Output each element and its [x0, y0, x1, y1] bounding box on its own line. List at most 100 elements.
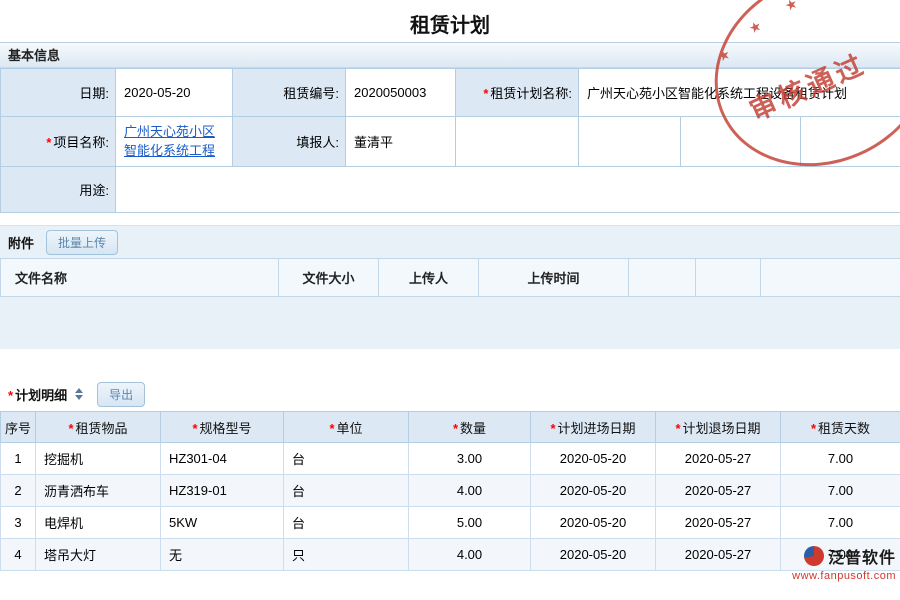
cell-exit-date: 2020-05-27: [656, 507, 781, 539]
reporter-value: 董清平: [346, 117, 456, 167]
project-link[interactable]: 广州天心苑小区智能化系统工程: [124, 124, 215, 158]
plan-name-label: *租赁计划名称:: [456, 69, 579, 117]
sort-icon[interactable]: [75, 388, 83, 400]
cell-model: HZ319-01: [161, 475, 284, 507]
cell-model: 5KW: [161, 507, 284, 539]
table-row: 4 塔吊大灯 无 只 4.00 2020-05-20 2020-05-27 7.…: [1, 539, 900, 571]
cell-entry-date: 2020-05-20: [531, 475, 656, 507]
batch-upload-button[interactable]: 批量上传: [46, 230, 118, 255]
attach-col-empty: [761, 259, 900, 297]
attach-col-filename: 文件名称: [1, 259, 279, 297]
reporter-label: 填报人:: [233, 117, 346, 167]
cell-model: 无: [161, 539, 284, 571]
cell-seq: 2: [1, 475, 36, 507]
details-table: 序号 *租赁物品 *规格型号 *单位 *数量 *计划进场日期 *计划退场日期 *…: [0, 411, 900, 571]
table-row: 1 挖掘机 HZ301-04 台 3.00 2020-05-20 2020-05…: [1, 443, 900, 475]
cell-entry-date: 2020-05-20: [531, 507, 656, 539]
cell-item: 沥青洒布车: [36, 475, 161, 507]
rental-no-label: 租赁编号:: [233, 69, 346, 117]
details-header-row: 序号 *租赁物品 *规格型号 *单位 *数量 *计划进场日期 *计划退场日期 *…: [1, 412, 900, 443]
attach-col-uploader: 上传人: [379, 259, 479, 297]
cell-unit: 只: [284, 539, 409, 571]
col-rental-days-text: 租赁天数: [818, 421, 870, 436]
cell-item: 挖掘机: [36, 443, 161, 475]
fanpu-logo-icon: [804, 546, 824, 566]
empty-cell: [456, 117, 579, 167]
required-marker: *: [46, 135, 51, 150]
project-label-text: 项目名称:: [53, 135, 109, 150]
rental-no-value: 2020050003: [346, 69, 456, 117]
cell-model: HZ301-04: [161, 443, 284, 475]
required-marker: *: [453, 421, 458, 436]
required-marker: *: [811, 421, 816, 436]
col-model: *规格型号: [161, 412, 284, 443]
required-marker: *: [8, 388, 13, 403]
page: ★ ★ ★ ★ ★ 审核通过 租赁计划 基本信息 日期: 2020-05-20 …: [0, 0, 900, 600]
watermark-url: www.fanpusoft.com: [792, 570, 896, 582]
cell-item: 塔吊大灯: [36, 539, 161, 571]
vendor-watermark: 泛普软件 www.fanpusoft.com: [792, 544, 896, 582]
col-exit-date-text: 计划退场日期: [683, 421, 761, 436]
plan-name-label-text: 租赁计划名称:: [490, 86, 572, 101]
col-rental-days: *租赁天数: [781, 412, 900, 443]
col-exit-date: *计划退场日期: [656, 412, 781, 443]
cell-seq: 3: [1, 507, 36, 539]
required-marker: *: [329, 421, 334, 436]
details-toolbar: *计划明细 导出: [0, 377, 900, 411]
attachments-table: 文件名称 文件大小 上传人 上传时间: [0, 258, 900, 297]
col-item-text: 租赁物品: [76, 421, 128, 436]
col-model-text: 规格型号: [200, 421, 252, 436]
cell-exit-date: 2020-05-27: [656, 539, 781, 571]
attach-col-empty: [629, 259, 696, 297]
plan-name-value: 广州天心苑小区智能化系统工程设备租赁计划: [579, 69, 900, 117]
section-gap: [0, 349, 900, 377]
required-marker: *: [68, 421, 73, 436]
cell-seq: 4: [1, 539, 36, 571]
attach-col-uploadtime: 上传时间: [479, 259, 629, 297]
table-row: 3 电焊机 5KW 台 5.00 2020-05-20 2020-05-27 7…: [1, 507, 900, 539]
date-value: 2020-05-20: [116, 69, 233, 117]
cell-rental-days: 7.00: [781, 475, 900, 507]
purpose-value: [116, 167, 900, 213]
attachments-header: 附件: [8, 233, 34, 252]
cell-unit: 台: [284, 507, 409, 539]
cell-entry-date: 2020-05-20: [531, 443, 656, 475]
empty-cell: [801, 117, 900, 167]
cell-rental-days: 7.00: [781, 507, 900, 539]
cell-item: 电焊机: [36, 507, 161, 539]
col-quantity-text: 数量: [460, 421, 486, 436]
project-label: *项目名称:: [1, 117, 116, 167]
table-row: 2 沥青洒布车 HZ319-01 台 4.00 2020-05-20 2020-…: [1, 475, 900, 507]
cell-exit-date: 2020-05-27: [656, 475, 781, 507]
col-unit: *单位: [284, 412, 409, 443]
col-entry-date: *计划进场日期: [531, 412, 656, 443]
cell-entry-date: 2020-05-20: [531, 539, 656, 571]
export-button[interactable]: 导出: [97, 382, 145, 407]
attach-col-filesize: 文件大小: [279, 259, 379, 297]
cell-quantity: 4.00: [409, 539, 531, 571]
attachments-empty-area: [0, 297, 900, 349]
cell-quantity: 5.00: [409, 507, 531, 539]
attachments-section: 附件 批量上传 文件名称 文件大小 上传人 上传时间: [0, 225, 900, 349]
col-entry-date-text: 计划进场日期: [558, 421, 636, 436]
cell-unit: 台: [284, 475, 409, 507]
col-quantity: *数量: [409, 412, 531, 443]
basic-info-form: 日期: 2020-05-20 租赁编号: 2020050003 *租赁计划名称:…: [0, 68, 900, 213]
date-label: 日期:: [1, 69, 116, 117]
cell-seq: 1: [1, 443, 36, 475]
col-unit-text: 单位: [337, 421, 363, 436]
cell-quantity: 4.00: [409, 475, 531, 507]
details-header: *计划明细: [8, 385, 67, 404]
col-item: *租赁物品: [36, 412, 161, 443]
basic-info-header: 基本信息: [0, 42, 900, 68]
watermark-brand: 泛普软件: [828, 544, 896, 568]
details-header-text: 计划明细: [15, 388, 67, 403]
cell-unit: 台: [284, 443, 409, 475]
col-seq: 序号: [1, 412, 36, 443]
page-title: 租赁计划: [0, 0, 900, 42]
required-marker: *: [483, 86, 488, 101]
empty-cell: [579, 117, 681, 167]
purpose-label: 用途:: [1, 167, 116, 213]
required-marker: *: [550, 421, 555, 436]
cell-exit-date: 2020-05-27: [656, 443, 781, 475]
